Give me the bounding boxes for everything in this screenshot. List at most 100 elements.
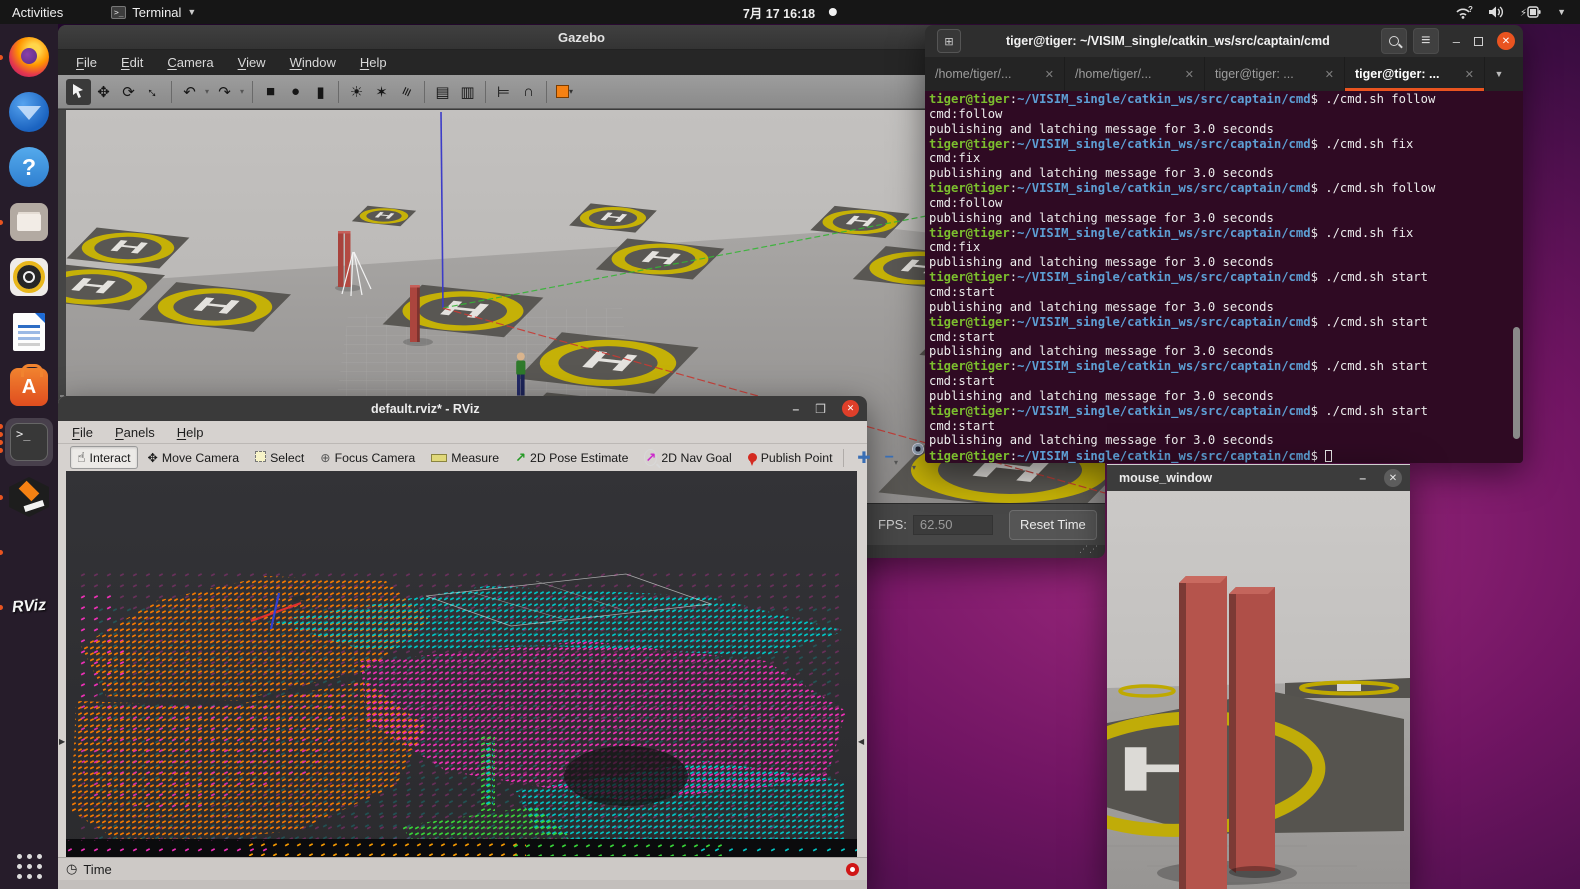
select-cursor-icon[interactable] <box>66 79 91 105</box>
tab-close-icon[interactable]: ✕ <box>1465 68 1474 81</box>
panel-close-icon[interactable] <box>846 863 859 876</box>
rviz-toolbar[interactable]: ☝Interact✥Move CameraSelect⊕Focus Camera… <box>58 444 867 471</box>
terminal-line: tiger@tiger:~/VISIM_single/catkin_ws/src… <box>929 404 1523 419</box>
redo-icon[interactable]: ↷ <box>212 79 237 105</box>
left-panel-splitter[interactable]: ▶ <box>58 471 66 857</box>
dock-item-software[interactable]: A <box>5 363 53 411</box>
tool-move-camera[interactable]: ✥Move Camera <box>142 449 246 467</box>
tool-properties-button[interactable]: ▾ <box>912 443 924 472</box>
terminal-tab-3[interactable]: tiger@tiger: ...✕ <box>1205 57 1345 91</box>
reset-time-button[interactable]: Reset Time <box>1009 510 1097 540</box>
add-tool-button[interactable]: ✚ <box>857 448 870 468</box>
tool-2d-pose-estimate[interactable]: ↗2D Pose Estimate <box>509 448 634 468</box>
maximize-icon[interactable]: ❒ <box>815 402 826 416</box>
dock-item-rhythmbox[interactable] <box>5 253 53 301</box>
sphere-icon[interactable]: ● <box>283 79 308 105</box>
terminal-tab-1[interactable]: /home/tiger/...✕ <box>925 57 1065 91</box>
align-icon[interactable]: ⊨ <box>491 79 516 105</box>
minimize-icon[interactable]: – <box>1359 471 1366 485</box>
rviz-menubar[interactable]: File Panels Help <box>58 421 867 444</box>
new-tab-button[interactable]: ⊞ <box>937 29 961 53</box>
dock-item-files[interactable] <box>5 198 53 246</box>
tab-close-icon[interactable]: ✕ <box>1185 68 1194 81</box>
box-icon[interactable]: ■ <box>258 79 283 105</box>
tab-list-dropdown[interactable]: ▼ <box>1485 57 1513 91</box>
minimize-icon[interactable]: – <box>1453 34 1460 49</box>
undo-icon[interactable]: ↶ <box>177 79 202 105</box>
rviz-3d-viewport[interactable] <box>66 471 857 857</box>
dock-item-hidden-app[interactable] <box>5 528 53 576</box>
translate-icon[interactable]: ✥ <box>91 79 116 105</box>
tool-interact[interactable]: ☝Interact <box>70 446 138 469</box>
tab-close-icon[interactable]: ✕ <box>1045 68 1054 81</box>
expand-left-icon[interactable]: ◀ <box>858 737 864 746</box>
tool-2d-nav-goal[interactable]: ↗2D Nav Goal <box>638 448 737 468</box>
menu-help[interactable]: Help <box>360 55 387 70</box>
menu-view[interactable]: View <box>238 55 266 70</box>
terminal-tab-2[interactable]: /home/tiger/... ✕ <box>1065 57 1205 91</box>
view-angle-icon[interactable]: ▾ <box>552 79 577 105</box>
cylinder-icon[interactable]: ▮ <box>308 79 333 105</box>
menu-file[interactable]: File <box>76 55 97 70</box>
maximize-icon[interactable] <box>1474 34 1483 49</box>
menu-window[interactable]: Window <box>290 55 336 70</box>
menu-help[interactable]: Help <box>177 425 204 440</box>
terminal-line: tiger@tiger:~/VISIM_single/catkin_ws/src… <box>929 315 1523 330</box>
close-icon[interactable]: ✕ <box>1497 32 1515 50</box>
resize-grip-icon[interactable]: ⋰⋰ <box>1079 544 1099 555</box>
remove-tool-button[interactable]: −▾ <box>885 449 898 467</box>
tool-select[interactable]: Select <box>249 449 310 467</box>
tab-label: /home/tiger/... <box>1075 67 1151 81</box>
terminal-headerbar: ⊞ tiger@tiger: ~/VISIM_single/catkin_ws/… <box>925 25 1523 57</box>
app-menu-button[interactable]: >_ Terminal ▼ <box>111 5 196 20</box>
terminal-tab-4[interactable]: tiger@tiger: ...✕ <box>1345 57 1485 91</box>
dock-item-firefox[interactable] <box>5 33 53 81</box>
activities-button[interactable]: Activities <box>12 5 63 20</box>
top-bar: Activities >_ Terminal ▼ 7月 17 16:18 ? ⚡ <box>0 0 1580 24</box>
rviz-titlebar: default.rviz* - RViz – ❒ ✕ <box>58 396 867 421</box>
dock-item-terminal[interactable]: >_ <box>5 418 53 466</box>
terminal-tabbar[interactable]: /home/tiger/...✕/home/tiger/...✕tiger@ti… <box>925 57 1523 91</box>
expand-right-icon[interactable]: ▶ <box>59 737 65 746</box>
point-light-icon[interactable]: ☀ <box>344 79 369 105</box>
tool-measure[interactable]: Measure <box>425 449 505 467</box>
spot-light-icon[interactable]: ✶ <box>369 79 394 105</box>
dock-item-rviz[interactable]: RViz <box>5 583 53 631</box>
dock-item-thunderbird[interactable] <box>5 88 53 136</box>
close-icon[interactable]: ✕ <box>1384 469 1402 487</box>
search-icon <box>1389 36 1399 46</box>
terminal-line: publishing and latching message for 3.0 … <box>929 389 1523 404</box>
terminal-scrollbar[interactable] <box>1513 327 1520 439</box>
copy-icon[interactable]: ▤ <box>430 79 455 105</box>
dock-item-gazebo[interactable] <box>5 473 53 521</box>
redo-menu-icon[interactable]: ▾ <box>237 79 247 105</box>
scale-icon[interactable]: ↔ <box>141 79 166 105</box>
terminal-screen[interactable]: tiger@tiger:~/VISIM_single/catkin_ws/src… <box>925 91 1523 463</box>
paste-icon[interactable]: ▥ <box>455 79 480 105</box>
tool-focus-camera[interactable]: ⊕Focus Camera <box>314 449 421 467</box>
tool-publish-point[interactable]: Publish Point <box>742 449 839 467</box>
menu-button[interactable]: ≡ <box>1413 28 1439 54</box>
tab-close-icon[interactable]: ✕ <box>1325 68 1334 81</box>
system-tray[interactable]: ? ⚡ ▼ <box>1455 5 1566 19</box>
menu-file[interactable]: File <box>72 425 93 440</box>
eye-icon <box>912 443 924 455</box>
dock-item-libreoffice[interactable] <box>5 308 53 356</box>
rotate-icon[interactable]: ⟳ <box>116 79 141 105</box>
directional-light-icon[interactable]: ≡ <box>394 79 419 105</box>
right-panel-splitter[interactable]: ◀ <box>857 471 867 857</box>
search-button[interactable] <box>1381 28 1407 54</box>
menu-panels[interactable]: Panels <box>115 425 155 440</box>
menu-camera[interactable]: Camera <box>167 55 213 70</box>
minimize-icon[interactable]: – <box>793 402 800 416</box>
snap-icon[interactable]: ∩ <box>516 79 541 105</box>
terminal-line: publishing and latching message for 3.0 … <box>929 255 1523 270</box>
dock-item-help[interactable]: ? <box>5 143 53 191</box>
show-applications-icon[interactable] <box>17 854 42 879</box>
fps-value-field: 62.50 <box>913 515 993 535</box>
clock-area[interactable]: 7月 17 16:18 <box>743 0 837 24</box>
menu-edit[interactable]: Edit <box>121 55 143 70</box>
close-icon[interactable]: ✕ <box>842 400 859 417</box>
mouse-window-viewport[interactable]: H <box>1107 491 1410 889</box>
undo-menu-icon[interactable]: ▾ <box>202 79 212 105</box>
